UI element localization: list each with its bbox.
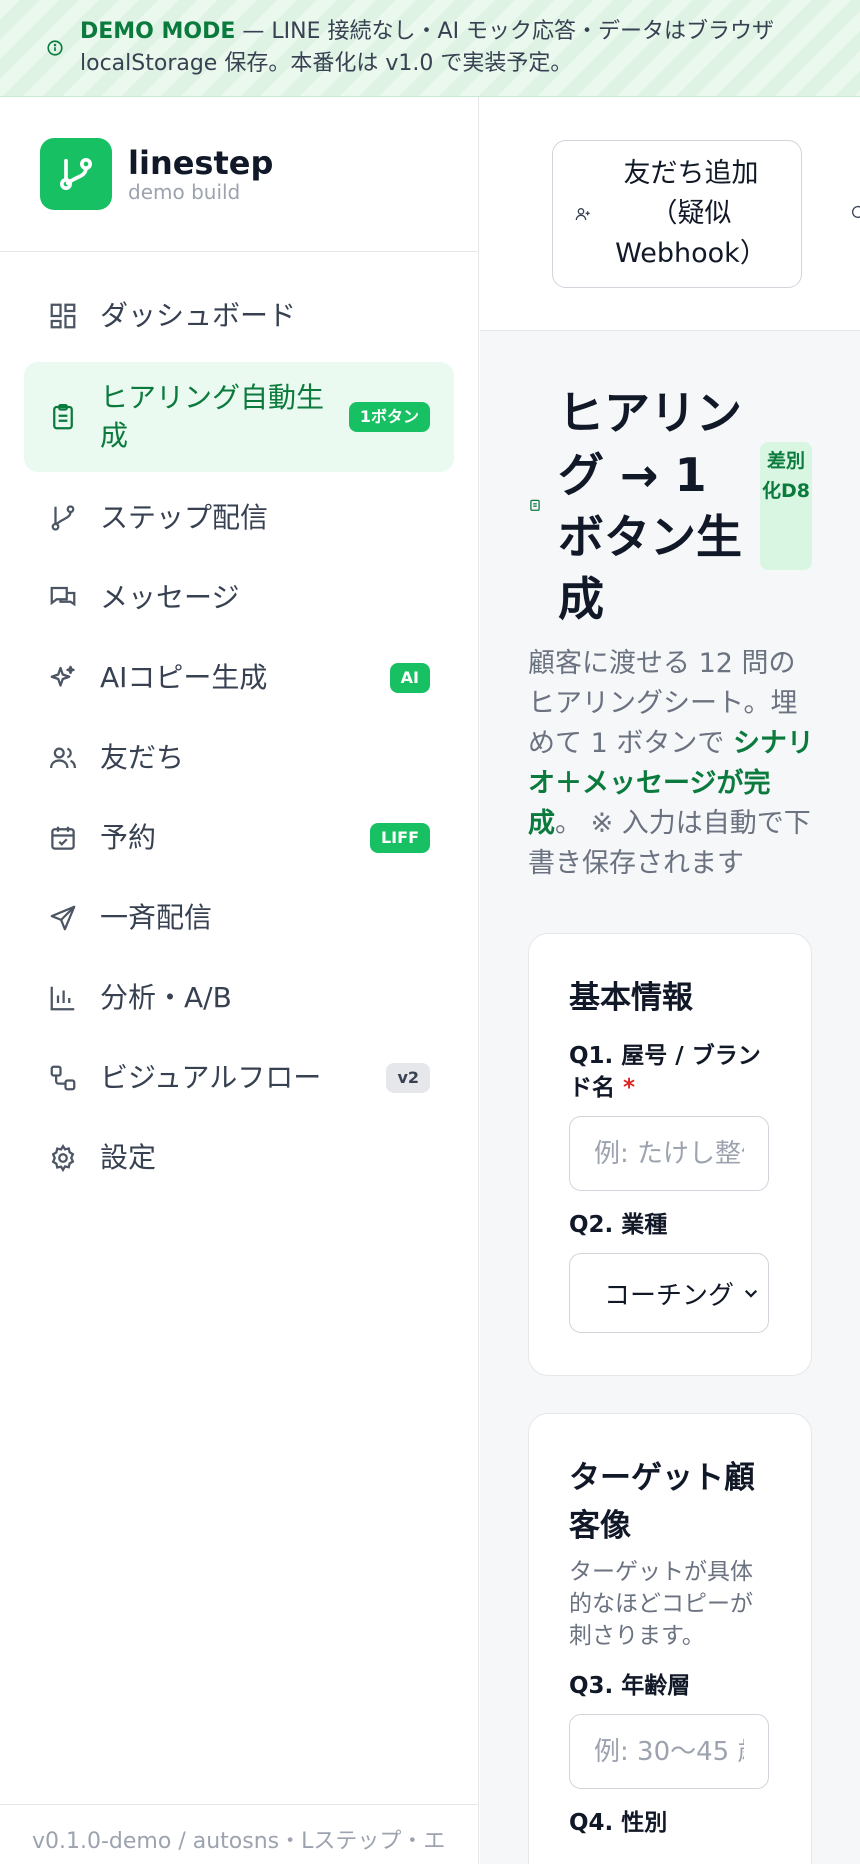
card-hint: ターゲットが具体的なほどコピーが刺さります。 bbox=[569, 1559, 753, 1649]
topbar: 友だち追加（疑似 Webhook） bbox=[480, 97, 860, 331]
version-footer: v0.1.0-demo / autosns・Lステップ・エ bbox=[0, 1804, 479, 1864]
q4-label: Q4. 性別 bbox=[569, 1810, 668, 1836]
age-range-input[interactable] bbox=[569, 1714, 769, 1789]
required-mark: * bbox=[623, 1075, 636, 1101]
add-friend-button[interactable]: 友だち追加（疑似 Webhook） bbox=[552, 140, 802, 288]
sidebar-item-step[interactable]: ステップ配信 bbox=[24, 478, 454, 558]
dashboard-icon bbox=[50, 303, 76, 329]
add-friend-label: 友だち追加（疑似 Webhook） bbox=[615, 158, 767, 269]
refresh-icon[interactable] bbox=[850, 204, 860, 220]
gear-icon bbox=[51, 1143, 75, 1173]
branch-icon bbox=[51, 505, 75, 531]
branch-logo-icon bbox=[60, 158, 92, 190]
sidebar-item-label: メッセージ bbox=[100, 581, 240, 614]
desc-note: 。 ※ 入力は自動で下書き保存されます bbox=[528, 808, 811, 879]
send-icon bbox=[50, 905, 76, 931]
calendar-icon bbox=[51, 826, 75, 850]
differentiation-tag: 差別化D8 bbox=[760, 442, 812, 570]
sidebar: linestep demo build ダッシュボード ヒアリング自動生成 1ボ… bbox=[0, 97, 479, 1864]
industry-select[interactable]: コーチング bbox=[569, 1253, 769, 1333]
sidebar-item-dashboard[interactable]: ダッシュボード bbox=[24, 276, 454, 356]
badge-v2: v2 bbox=[386, 1063, 430, 1093]
sidebar-item-friends[interactable]: 友だち bbox=[24, 718, 454, 798]
card-title: ターゲット顧客像 bbox=[569, 1460, 755, 1544]
chat-icon bbox=[50, 586, 76, 607]
clipboard-icon bbox=[530, 499, 540, 511]
bar-chart-icon bbox=[50, 986, 75, 1011]
basic-info-card: 基本情報 Q1. 屋号 / ブランド名 * Q2. 業種 コーチング bbox=[528, 933, 812, 1376]
sidebar-item-broadcast[interactable]: 一斉配信 bbox=[24, 878, 454, 958]
sidebar-item-label: 予約 bbox=[100, 821, 157, 854]
sidebar-item-visual-flow[interactable]: ビジュアルフロー v2 bbox=[24, 1038, 454, 1118]
sidebar-item-hearing[interactable]: ヒアリング自動生成 1ボタン bbox=[24, 362, 454, 472]
users-icon bbox=[50, 747, 76, 769]
sidebar-nav: ダッシュボード ヒアリング自動生成 1ボタン ステップ配信 メッセージ AIコピ… bbox=[0, 252, 478, 1198]
sidebar-item-label: ステップ配信 bbox=[100, 501, 269, 534]
sidebar-item-label: 設定 bbox=[100, 1141, 157, 1174]
industry-value: コーチング bbox=[604, 1280, 735, 1311]
sidebar-item-reservations[interactable]: 予約 LIFF bbox=[24, 798, 454, 878]
sidebar-item-label: 分析・A/B bbox=[100, 981, 232, 1014]
q1-label: Q1. 屋号 / ブランド名 * bbox=[569, 1040, 771, 1104]
banner-mode: DEMO MODE bbox=[80, 19, 236, 44]
brand-sub: demo build bbox=[128, 180, 241, 204]
user-plus-icon bbox=[575, 208, 590, 221]
sidebar-item-settings[interactable]: 設定 bbox=[24, 1118, 454, 1198]
demo-banner: DEMO MODE — LINE 接続なし・AI モック応答・データはブラウザ … bbox=[0, 0, 860, 97]
sidebar-item-ai-copy[interactable]: AIコピー生成 AI bbox=[24, 638, 454, 718]
q1-label-text: Q1. 屋号 / ブランド名 bbox=[569, 1043, 761, 1101]
q3-label: Q3. 年齢層 bbox=[569, 1673, 691, 1699]
sidebar-item-analytics[interactable]: 分析・A/B bbox=[24, 958, 454, 1038]
card-title: 基本情報 bbox=[569, 980, 693, 1016]
q2-label: Q2. 業種 bbox=[569, 1212, 668, 1238]
sidebar-item-label: AIコピー生成 bbox=[100, 661, 268, 694]
badge-ai: AI bbox=[389, 663, 430, 693]
sidebar-item-label: ダッシュボード bbox=[100, 299, 297, 332]
brand-name-input[interactable] bbox=[569, 1116, 769, 1191]
sidebar-item-messages[interactable]: メッセージ bbox=[24, 558, 454, 638]
page-description: 顧客に渡せる 12 問のヒアリングシート。埋めて 1 ボタンで シナリオ＋メッセ… bbox=[528, 644, 818, 884]
clipboard-icon bbox=[53, 404, 73, 430]
sparkles-icon bbox=[50, 665, 75, 687]
badge-liff: LIFF bbox=[369, 823, 430, 853]
workflow-icon bbox=[50, 1065, 76, 1091]
sidebar-item-label: 一斉配信 bbox=[100, 901, 213, 934]
info-icon bbox=[47, 40, 63, 56]
sidebar-item-label: ビジュアルフロー bbox=[100, 1061, 322, 1094]
main-content: 友だち追加（疑似 Webhook） ヒアリング → 1 ボタン生成 差別化D8 … bbox=[480, 97, 860, 1864]
chevron-down-icon bbox=[744, 1289, 758, 1298]
page-title: ヒアリング → 1 ボタン生成 bbox=[558, 386, 742, 626]
sidebar-item-label: 友だち bbox=[100, 741, 185, 774]
badge-one-button: 1ボタン bbox=[348, 402, 430, 432]
sidebar-item-label: ヒアリング自動生成 bbox=[100, 381, 325, 452]
brand[interactable]: linestep demo build bbox=[0, 97, 478, 252]
banner-text: DEMO MODE — LINE 接続なし・AI モック応答・データはブラウザ … bbox=[80, 16, 860, 80]
target-customer-card: ターゲット顧客像 ターゲットが具体的なほどコピーが刺さります。 Q3. 年齢層 … bbox=[528, 1413, 812, 1864]
brand-name: linestep bbox=[128, 144, 274, 182]
logo bbox=[40, 138, 112, 210]
